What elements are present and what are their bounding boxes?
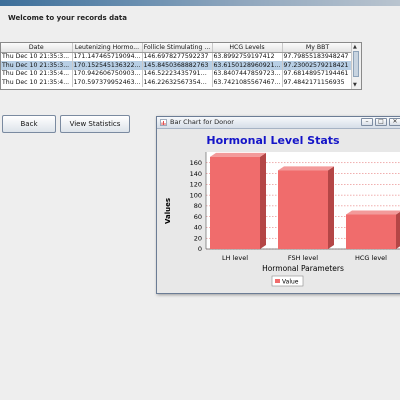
bar-side xyxy=(396,211,400,249)
back-button[interactable]: Back xyxy=(2,115,56,133)
table-cell: 146.5222343579118... xyxy=(142,69,213,78)
table-cell: 97.79855183948247 xyxy=(282,52,354,61)
table-cell: 170.152545136322... xyxy=(72,61,143,70)
x-tick-label: FSH level xyxy=(288,254,318,262)
background-strip xyxy=(0,0,400,6)
table-cell: Thu Dec 10 21:35:4... xyxy=(1,69,73,78)
bar xyxy=(210,156,260,249)
table-cell: 63.8407447859723... xyxy=(212,69,283,78)
column-header[interactable]: Follicle Stimulating ... xyxy=(142,43,213,53)
page-title: Welcome to your records data xyxy=(8,14,127,22)
column-header[interactable]: Leutenizing Hormo... xyxy=(72,43,143,53)
chart-window-titlebar[interactable]: Bar Chart for Donor – □ ✕ xyxy=(157,117,400,129)
y-tick-label: 20 xyxy=(194,234,202,242)
table-cell: 63.7421085567467... xyxy=(212,78,283,87)
bar-side xyxy=(260,152,266,249)
x-axis-label: Hormonal Parameters xyxy=(262,264,344,273)
view-statistics-button[interactable]: View Statistics xyxy=(60,115,130,133)
table-row[interactable]: Thu Dec 10 21:35:4... 170.942606750903...… xyxy=(1,69,354,78)
chart-window-title: Bar Chart for Donor xyxy=(170,118,234,126)
y-tick-label: 0 xyxy=(198,245,202,253)
bar-top xyxy=(278,166,334,171)
table-cell: Thu Dec 10 21:35:4... xyxy=(1,78,73,87)
table-cell: Thu Dec 10 21:35:3... xyxy=(1,61,73,70)
y-tick-label: 80 xyxy=(194,202,202,210)
table-row[interactable]: Thu Dec 10 21:35:4... 170.597379952463...… xyxy=(1,78,354,87)
bar-chart: Hormonal Level Stats 0 20 40 60 80 100 120 140 1… xyxy=(164,134,400,287)
column-header[interactable]: Date xyxy=(1,43,73,53)
table-cell: 63.6150128960921... xyxy=(212,61,283,70)
legend-swatch xyxy=(275,279,280,283)
y-tick-label: 140 xyxy=(190,170,202,178)
column-header[interactable]: My BBT xyxy=(282,43,354,53)
table-cell: 145.8450368882763 xyxy=(142,61,213,70)
chart-title: Hormonal Level Stats xyxy=(206,134,340,147)
table-header-row: Date Leutenizing Hormo... Follicle Stimula… xyxy=(1,43,354,53)
table-cell: 97.4842171156935 xyxy=(282,78,354,87)
table-cell: 97.68148957194461 xyxy=(282,69,354,78)
maximize-icon[interactable]: □ xyxy=(375,118,387,126)
window-app-icon xyxy=(160,119,167,126)
table-cell: 171.147465719094... xyxy=(72,52,143,61)
x-tick-label: LH level xyxy=(222,254,248,262)
y-tick-label: 60 xyxy=(194,213,202,221)
x-tick-label: HCG level xyxy=(355,254,387,262)
scroll-thumb[interactable] xyxy=(353,51,359,77)
bar-side xyxy=(328,166,334,249)
bar-top xyxy=(210,152,266,157)
table-cell: 170.942606750903... xyxy=(72,69,143,78)
table-row[interactable]: Thu Dec 10 21:35:3... 171.147465719094...… xyxy=(1,52,354,61)
column-header[interactable]: HCG Levels xyxy=(212,43,283,53)
bar xyxy=(346,214,396,249)
close-icon[interactable]: ✕ xyxy=(389,118,400,126)
scroll-down-icon[interactable]: ▼ xyxy=(353,82,357,88)
table-cell: 146.6978277592237 xyxy=(142,52,213,61)
y-tick-label: 120 xyxy=(190,181,202,189)
y-tick-label: 160 xyxy=(190,159,202,167)
minimize-icon[interactable]: – xyxy=(361,118,373,126)
bar xyxy=(278,170,328,249)
chart-window[interactable]: Bar Chart for Donor – □ ✕ Hormonal Level… xyxy=(156,116,400,294)
table-cell: 146.2263256735402... xyxy=(142,78,213,87)
y-axis-label: Values xyxy=(164,198,172,224)
table-scrollbar[interactable]: ▲ ▼ xyxy=(351,43,361,89)
table-cell: Thu Dec 10 21:35:3... xyxy=(1,52,73,61)
records-table[interactable]: Date Leutenizing Hormo... Follicle Stimula… xyxy=(0,42,362,90)
legend: Value xyxy=(271,275,304,287)
x-axis: LH level FSH level HCG level xyxy=(222,254,387,262)
bar-top xyxy=(346,210,400,215)
y-tick-label: 100 xyxy=(190,191,202,199)
y-tick-label: 40 xyxy=(194,224,202,232)
scroll-up-icon[interactable]: ▲ xyxy=(353,44,357,50)
table-cell: 170.597379952463... xyxy=(72,78,143,87)
table-cell: 97.23002579218421 xyxy=(282,61,354,70)
legend-label: Value xyxy=(282,279,299,286)
table-row[interactable]: Thu Dec 10 21:35:3... 170.152545136322...… xyxy=(1,61,354,70)
table-cell: 63.8992759197412 xyxy=(212,52,283,61)
